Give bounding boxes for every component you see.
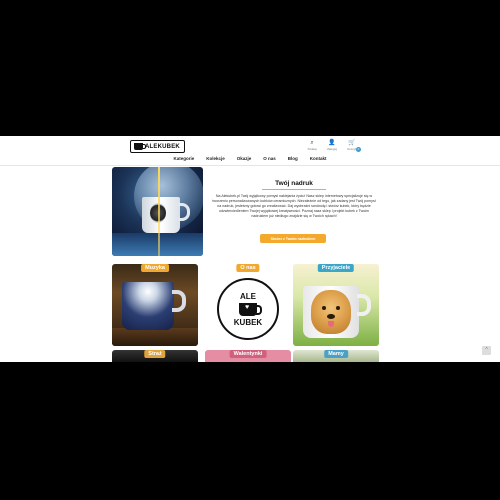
mug-handle: [172, 290, 186, 312]
user-icon: 👤: [328, 140, 336, 146]
dog-nose: [327, 314, 335, 319]
logo-bottom-text: KUBEK: [233, 318, 263, 327]
cart-icon: 🛒: [348, 140, 356, 146]
light-beam: [158, 167, 160, 256]
nav-item-blog[interactable]: Blog: [288, 156, 298, 164]
nav-divider: [0, 165, 500, 166]
category-tile-przyjaciele[interactable]: Przyjaciele: [293, 264, 379, 346]
mug-handle: [357, 294, 371, 316]
cart-button[interactable]: 🛒 Koszyk 0: [343, 140, 361, 152]
search-icon: ⌕: [310, 140, 314, 146]
nav-item-kolekcje[interactable]: Kolekcje: [206, 156, 225, 164]
category-tile-o-nas[interactable]: ALE ♥ KUBEK O nas: [205, 264, 291, 346]
site-header: ALEKUBEK ⌕ Szukaj 👤 Zaloguj 🛒 Koszyk 0 K…: [0, 136, 500, 166]
account-button[interactable]: 👤 Zaloguj: [323, 140, 341, 151]
dog-print: [311, 290, 351, 334]
nav-item-kategorie[interactable]: Kategorie: [173, 156, 194, 164]
title-underline: [262, 189, 326, 190]
category-tile-muzyka[interactable]: Muzyka: [112, 264, 198, 346]
search-label: Szukaj: [307, 147, 317, 151]
logo-text: ALEKUBEK: [145, 143, 180, 150]
hero-image: [112, 167, 203, 256]
intro-title: Twój nadruk: [275, 180, 313, 187]
alekubek-logo: ALE ♥ KUBEK: [217, 278, 279, 340]
cup-icon: [134, 143, 146, 150]
site-logo[interactable]: ALEKUBEK: [130, 140, 185, 153]
mug-graphic: [122, 282, 174, 330]
category-tile-straz[interactable]: Straż: [112, 350, 198, 362]
dog-eye: [322, 306, 326, 310]
dog-tongue: [328, 321, 334, 327]
nav-item-o-nas[interactable]: O nas: [263, 156, 276, 164]
category-tile-mamy[interactable]: Mamy: [293, 350, 379, 362]
heart-icon: ♥: [245, 304, 250, 311]
tile-label: Mamy: [324, 350, 348, 358]
nav-item-kontakt[interactable]: Kontakt: [310, 156, 327, 164]
chevron-up-icon: ^: [485, 347, 488, 353]
intro-text: Na Alekubek.pl Twój wyjątkowy pomysł nak…: [212, 194, 376, 218]
logo-top-text: ALE: [240, 292, 256, 301]
tile-label: Przyjaciele: [317, 264, 355, 272]
nav-item-okazje[interactable]: Okazje: [237, 156, 252, 164]
tile-label: Straż: [144, 350, 166, 358]
create-mug-button[interactable]: Stwórz z Twoim nadrukiem: [260, 234, 326, 243]
dog-eye: [336, 306, 340, 310]
tile-label: O nas: [236, 264, 260, 272]
category-tile-walentynki[interactable]: Walentynki: [205, 350, 291, 362]
tile-label: Muzyka: [141, 264, 169, 272]
scroll-to-top-button[interactable]: ^: [482, 346, 491, 355]
account-label: Zaloguj: [327, 147, 337, 151]
main-nav: Kategorie Kolekcje Okazje O nas Blog Kon…: [0, 156, 500, 164]
stage-graphic: [112, 328, 198, 346]
search-button[interactable]: ⌕ Szukaj: [303, 140, 321, 151]
page: ALEKUBEK ⌕ Szukaj 👤 Zaloguj 🛒 Koszyk 0 K…: [0, 136, 500, 362]
tile-label: Walentynki: [229, 350, 267, 358]
cart-count-badge: 0: [356, 147, 361, 152]
